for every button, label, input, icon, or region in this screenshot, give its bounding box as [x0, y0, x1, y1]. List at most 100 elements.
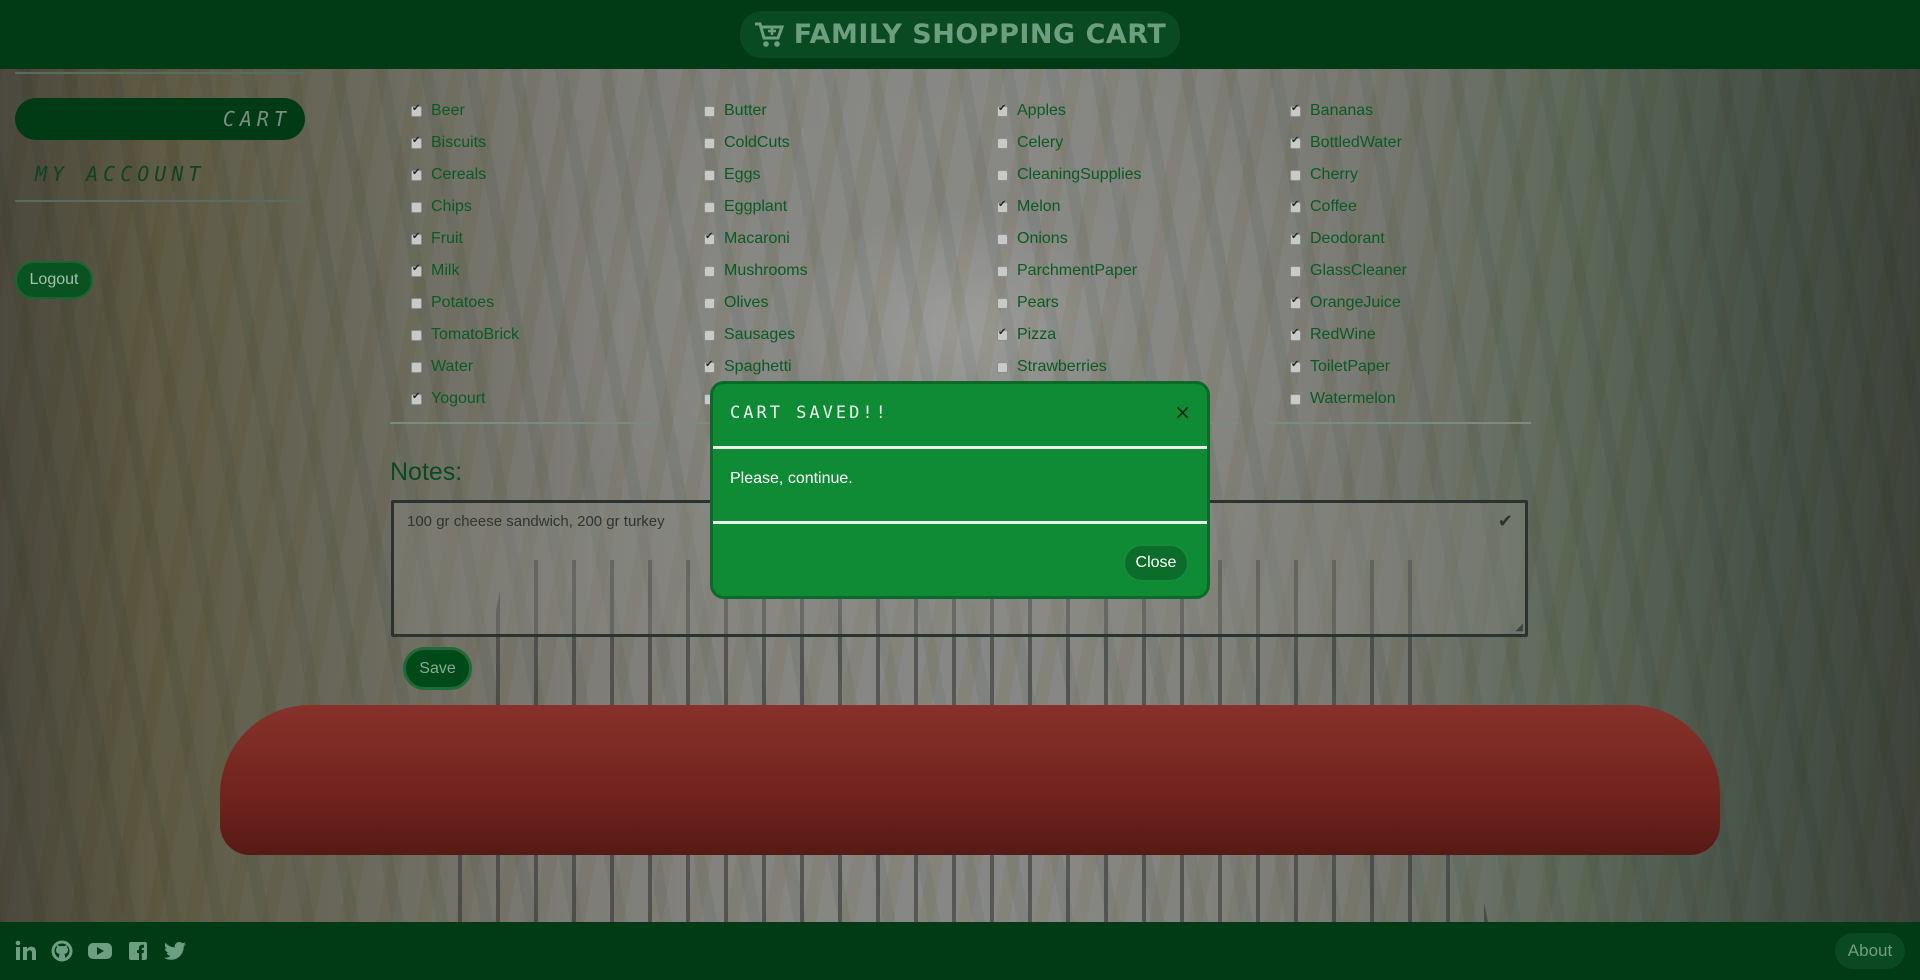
item-checkbox[interactable] [411, 103, 422, 117]
item-label: Onions [1017, 230, 1068, 247]
list-item[interactable]: Deodorant [1269, 223, 1531, 255]
list-item[interactable]: ToiletPaper [1269, 351, 1531, 383]
linkedin-icon[interactable] [15, 940, 37, 962]
item-label: ColdCuts [724, 134, 790, 151]
notes-text: 100 gr cheese sandwich, 200 gr turkey [407, 513, 665, 530]
item-checkbox[interactable] [997, 137, 1008, 149]
list-item[interactable]: Apples [976, 95, 1238, 127]
list-item[interactable]: RedWine [1269, 319, 1531, 351]
item-checkbox[interactable] [1290, 327, 1301, 341]
list-item[interactable]: GlassCleaner [1269, 255, 1531, 287]
list-item[interactable]: Butter [683, 95, 945, 127]
modal-close-button[interactable]: Close [1123, 544, 1189, 582]
list-item[interactable]: Pears [976, 287, 1238, 319]
list-item[interactable]: Bananas [1269, 95, 1531, 127]
item-column-1: Beer Biscuits Cereals Chips Fruit Milk Potatoe… [390, 95, 652, 424]
list-item[interactable]: Cereals [390, 159, 652, 191]
list-item[interactable]: ParchmentPaper [976, 255, 1238, 287]
item-checkbox[interactable] [1290, 169, 1301, 181]
sidebar-item-cart[interactable]: CART [15, 98, 305, 140]
list-item[interactable]: Olives [683, 287, 945, 319]
item-checkbox[interactable] [997, 297, 1008, 309]
item-checkbox[interactable] [1290, 393, 1301, 405]
item-checkbox[interactable] [704, 231, 715, 245]
item-label: Melon [1017, 198, 1061, 215]
list-item[interactable]: Milk [390, 255, 652, 287]
item-checkbox[interactable] [1290, 295, 1301, 309]
item-checkbox[interactable] [997, 361, 1008, 373]
github-icon[interactable] [51, 940, 73, 962]
twitter-icon[interactable] [163, 940, 187, 962]
save-button[interactable]: Save [403, 647, 472, 690]
list-item[interactable]: Spaghetti [683, 351, 945, 383]
list-item[interactable]: OrangeJuice [1269, 287, 1531, 319]
item-checkbox[interactable] [704, 105, 715, 117]
list-item[interactable]: Watermelon [1269, 383, 1531, 415]
logout-button[interactable]: Logout [15, 261, 93, 299]
item-checkbox[interactable] [704, 169, 715, 181]
list-item[interactable]: Melon [976, 191, 1238, 223]
item-checkbox[interactable] [997, 233, 1008, 245]
list-item[interactable]: Strawberries [976, 351, 1238, 383]
item-checkbox[interactable] [411, 263, 422, 277]
facebook-icon[interactable] [127, 940, 149, 962]
item-checkbox[interactable] [704, 359, 715, 373]
item-checkbox[interactable] [1290, 231, 1301, 245]
youtube-icon[interactable] [87, 940, 113, 962]
item-checkbox[interactable] [1290, 359, 1301, 373]
item-checkbox[interactable] [411, 297, 422, 309]
modal-title: CART SAVED!! [730, 403, 889, 423]
item-checkbox[interactable] [997, 265, 1008, 277]
item-checkbox[interactable] [411, 231, 422, 245]
list-item[interactable]: Potatoes [390, 287, 652, 319]
item-checkbox[interactable] [1290, 265, 1301, 277]
item-checkbox[interactable] [704, 297, 715, 309]
list-item[interactable]: TomatoBrick [390, 319, 652, 351]
brand-link[interactable]: FAMILY SHOPPING CART [739, 11, 1181, 58]
list-item[interactable]: Fruit [390, 223, 652, 255]
list-item[interactable]: Eggs [683, 159, 945, 191]
item-label: Mushrooms [724, 262, 808, 279]
close-icon[interactable]: × [1174, 400, 1191, 424]
sidebar-item-my-account[interactable]: MY ACCOUNT [15, 156, 305, 192]
list-item[interactable]: Cherry [1269, 159, 1531, 191]
item-checkbox[interactable] [997, 327, 1008, 341]
list-item[interactable]: Eggplant [683, 191, 945, 223]
list-item[interactable]: Mushrooms [683, 255, 945, 287]
social-links [15, 940, 187, 962]
resize-handle-icon[interactable]: ◢ [1515, 622, 1523, 633]
item-checkbox[interactable] [411, 391, 422, 405]
list-item[interactable]: Water [390, 351, 652, 383]
item-checkbox[interactable] [411, 361, 422, 373]
list-item[interactable]: Onions [976, 223, 1238, 255]
item-checkbox[interactable] [1290, 199, 1301, 213]
item-checkbox[interactable] [704, 137, 715, 149]
list-item[interactable]: CleaningSupplies [976, 159, 1238, 191]
list-item[interactable]: Sausages [683, 319, 945, 351]
item-checkbox[interactable] [997, 169, 1008, 181]
item-checkbox[interactable] [411, 167, 422, 181]
item-label: ParchmentPaper [1017, 262, 1138, 279]
item-checkbox[interactable] [411, 135, 422, 149]
list-item[interactable]: Biscuits [390, 127, 652, 159]
list-item[interactable]: Beer [390, 95, 652, 127]
item-checkbox[interactable] [411, 201, 422, 213]
item-checkbox[interactable] [704, 201, 715, 213]
list-item[interactable]: Celery [976, 127, 1238, 159]
item-label: Pizza [1017, 326, 1057, 343]
item-checkbox[interactable] [704, 329, 715, 341]
item-checkbox[interactable] [411, 329, 422, 341]
list-item[interactable]: BottledWater [1269, 127, 1531, 159]
item-checkbox[interactable] [997, 199, 1008, 213]
about-button[interactable]: About [1835, 933, 1905, 969]
list-item[interactable]: Macaroni [683, 223, 945, 255]
list-item[interactable]: Yogourt [390, 383, 652, 415]
item-checkbox[interactable] [1290, 135, 1301, 149]
list-item[interactable]: ColdCuts [683, 127, 945, 159]
item-checkbox[interactable] [997, 103, 1008, 117]
list-item[interactable]: Chips [390, 191, 652, 223]
item-checkbox[interactable] [704, 265, 715, 277]
item-checkbox[interactable] [1290, 103, 1301, 117]
list-item[interactable]: Pizza [976, 319, 1238, 351]
list-item[interactable]: Coffee [1269, 191, 1531, 223]
